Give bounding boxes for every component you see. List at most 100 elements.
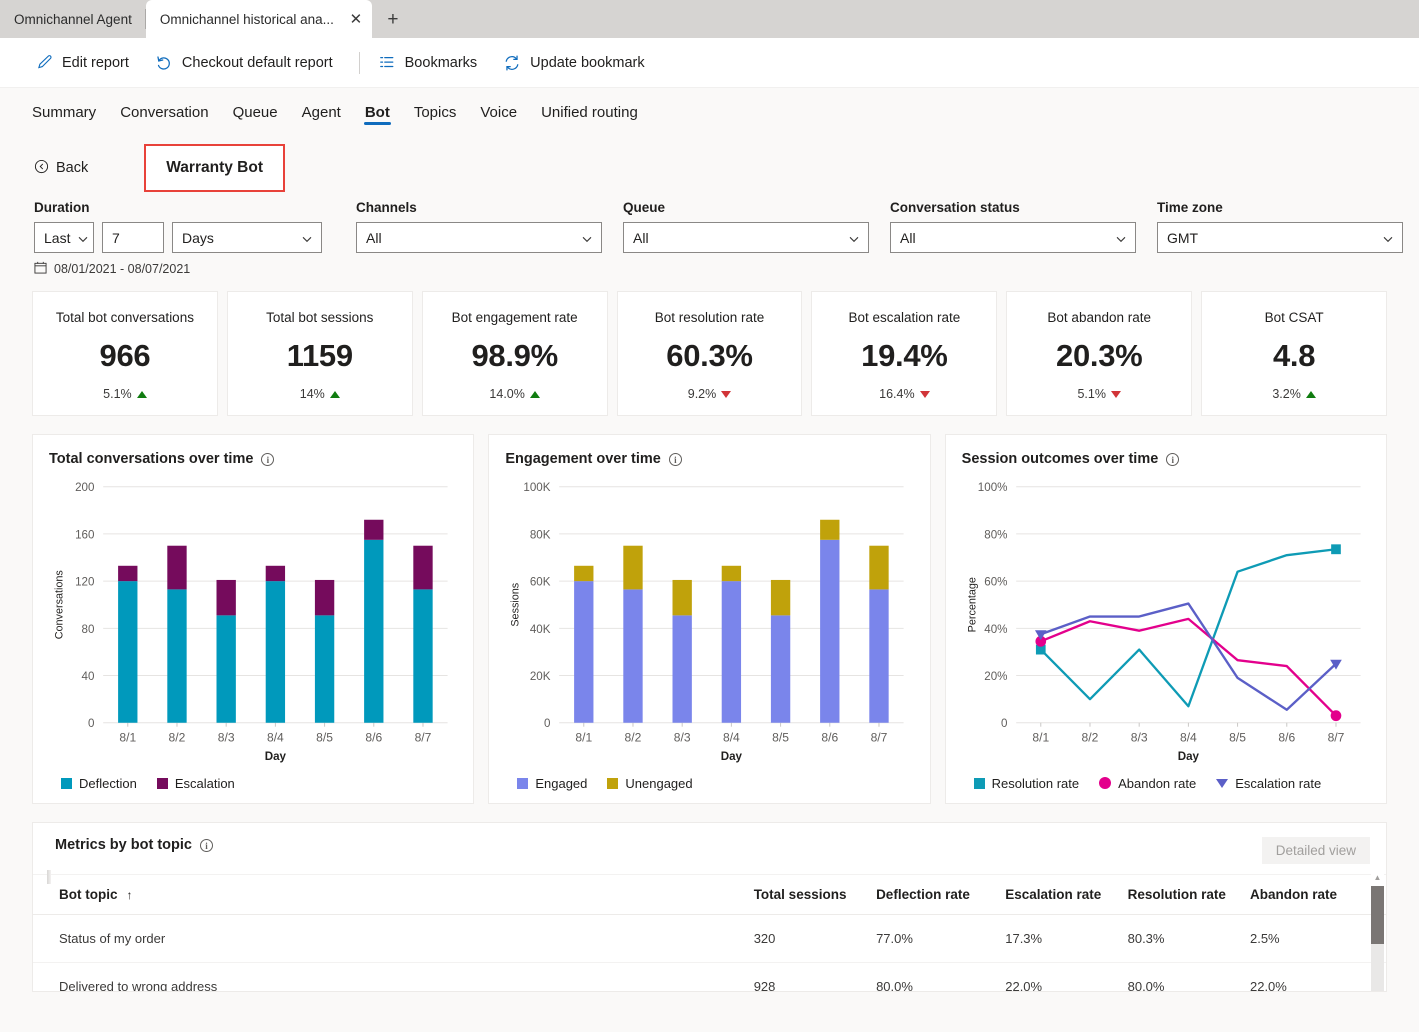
edit-report-button[interactable]: Edit report: [32, 48, 141, 77]
legend-item-escalation[interactable]: Escalation: [156, 776, 235, 791]
close-icon[interactable]: ✕: [348, 12, 364, 27]
column-header-total-sessions[interactable]: Total sessions: [753, 875, 877, 915]
column-header-escalation-rate[interactable]: Escalation rate: [1005, 875, 1128, 915]
browser-tab-omnichannel-agent[interactable]: Omnichannel Agent: [0, 0, 146, 38]
info-icon[interactable]: i: [261, 452, 275, 466]
bookmarks-list-icon: [378, 55, 396, 71]
channels-label: Channels: [356, 200, 417, 215]
legend-item-escalation-rate[interactable]: Escalation rate: [1216, 776, 1321, 791]
cell-bot-topic: Delivered to wrong address: [33, 962, 754, 991]
kpi-bot-escalation-rate[interactable]: Bot escalation rate 19.4% 16.4%: [811, 291, 998, 416]
scrollbar-thumb[interactable]: [1371, 886, 1384, 944]
tab-voice[interactable]: Voice: [468, 88, 529, 136]
tab-queue[interactable]: Queue: [221, 88, 290, 136]
legend-item-unengaged[interactable]: Unengaged: [607, 776, 693, 791]
column-header-resolution-rate[interactable]: Resolution rate: [1127, 875, 1250, 915]
duration-value-input[interactable]: 7: [102, 222, 164, 253]
kpi-bot-engagement-rate[interactable]: Bot engagement rate 98.9% 14.0%: [421, 291, 608, 416]
tab-label: Summary: [32, 103, 97, 121]
svg-text:8/1: 8/1: [119, 730, 136, 744]
svg-text:8/6: 8/6: [1278, 730, 1295, 744]
time-zone-select[interactable]: GMT: [1157, 222, 1403, 253]
kpi-total-bot-conversations[interactable]: Total bot conversations 966 5.1%: [32, 291, 218, 416]
kpi-delta-value: 3.2%: [1272, 387, 1301, 401]
kpi-value: 1159: [286, 338, 353, 373]
browser-tab-historical-analytics[interactable]: Omnichannel historical ana... ✕: [145, 0, 372, 38]
update-bookmark-button[interactable]: Update bookmark: [499, 48, 656, 78]
duration-unit-select[interactable]: Days: [172, 222, 322, 253]
legend-item-resolution-rate[interactable]: Resolution rate: [973, 776, 1079, 791]
legend-item-engaged[interactable]: Engaged: [517, 776, 587, 791]
info-icon[interactable]: i: [199, 838, 213, 852]
tab-topics[interactable]: Topics: [402, 88, 469, 136]
svg-text:40%: 40%: [984, 623, 1007, 636]
legend-label: Engaged: [535, 775, 588, 791]
pencil-icon: [36, 54, 53, 71]
duration-mode-select[interactable]: Last: [34, 222, 94, 253]
tab-label: Voice: [480, 103, 518, 121]
bar-chart-engagement[interactable]: 0 20K 40K 60K 80K 100K 8/1 8/2 8/3 8/4 8/5 8/6 8/7 Da…: [505, 469, 911, 774]
tab-bot[interactable]: Bot: [353, 88, 402, 136]
column-header-bot-topic[interactable]: Bot topic ↑: [33, 875, 754, 915]
table-vertical-scrollbar[interactable]: ▲: [1371, 870, 1384, 991]
browser-tab-strip: Omnichannel Agent Omnichannel historical…: [0, 0, 1419, 38]
chart-title: Engagement over time i: [505, 451, 911, 467]
svg-text:8/3: 8/3: [218, 730, 235, 744]
time-zone-label: Time zone: [1157, 200, 1223, 215]
info-icon[interactable]: i: [668, 452, 682, 466]
scroll-up-icon[interactable]: ▲: [1371, 870, 1384, 886]
legend-item-abandon-rate[interactable]: Abandon rate: [1099, 776, 1196, 791]
date-range-text: 08/01/2021 - 08/07/2021: [54, 262, 191, 276]
svg-text:80K: 80K: [530, 528, 551, 541]
bar-chart-conversations[interactable]: 0 40 80 120 160 200 8/1 8/2 8/3 8/4 8/5 8/6 8/7 Day Co…: [49, 469, 455, 774]
svg-text:8/4: 8/4: [1180, 730, 1197, 744]
svg-text:8/6: 8/6: [365, 730, 382, 744]
cell-deflection-rate: 80.0%: [876, 962, 1006, 991]
kpi-bot-abandon-rate[interactable]: Bot abandon rate 20.3% 5.1%: [1006, 291, 1193, 416]
tab-agent[interactable]: Agent: [290, 88, 353, 136]
kpi-delta-value: 5.1%: [103, 387, 132, 401]
line-chart-session-outcomes[interactable]: 0 20% 40% 60% 80% 100% 8/1 8/2 8/3 8/4 8/5 8/6 8/7 Da…: [962, 469, 1368, 774]
kpi-value: 19.4%: [861, 338, 948, 373]
detailed-view-button[interactable]: Detailed view: [1261, 837, 1370, 864]
svg-text:8/2: 8/2: [625, 730, 642, 744]
tab-unified-routing[interactable]: Unified routing: [529, 88, 650, 136]
kpi-bot-csat[interactable]: Bot CSAT 4.8 3.2%: [1201, 291, 1388, 416]
kpi-value: 20.3%: [1056, 338, 1143, 373]
bookmarks-button[interactable]: Bookmarks: [374, 49, 490, 77]
time-zone-value: GMT: [1167, 229, 1199, 246]
kpi-total-bot-sessions[interactable]: Total bot sessions 1159 14%: [226, 291, 413, 416]
chart-legend: Resolution rate Abandon rate Escalation …: [962, 774, 1368, 793]
kpi-bot-resolution-rate[interactable]: Bot resolution rate 60.3% 9.2%: [616, 291, 803, 416]
info-icon[interactable]: i: [1166, 452, 1180, 466]
kpi-title: Total bot sessions: [266, 310, 374, 325]
kpi-title: Bot abandon rate: [1047, 310, 1152, 325]
sort-ascending-icon: ↑: [126, 888, 133, 902]
tab-conversation[interactable]: Conversation: [108, 88, 220, 136]
chevron-down-icon: [1116, 230, 1126, 246]
table-row[interactable]: Delivered to wrong address 928 80.0% 22.…: [33, 962, 1386, 991]
kpi-delta-value: 14.0%: [489, 387, 525, 401]
tab-label: Topics: [413, 103, 457, 121]
chart-title-text: Session outcomes over time: [961, 451, 1159, 467]
svg-text:160: 160: [75, 528, 95, 541]
legend-item-deflection[interactable]: Deflection: [61, 776, 137, 791]
channels-filter: Channels All: [356, 200, 602, 253]
kpi-delta: 14.0%: [489, 387, 540, 401]
tab-summary[interactable]: Summary: [32, 88, 108, 136]
svg-text:100K: 100K: [524, 481, 551, 494]
column-header-deflection-rate[interactable]: Deflection rate: [876, 875, 1006, 915]
chart-card-session-outcomes: Session outcomes over time i 0 20% 40% 60% 8…: [944, 434, 1387, 804]
channels-select[interactable]: All: [356, 222, 602, 253]
calendar-icon: [34, 261, 47, 277]
svg-text:60%: 60%: [984, 575, 1007, 588]
new-tab-icon[interactable]: +: [376, 5, 410, 35]
chevron-down-icon: [1383, 230, 1393, 246]
conversation-status-select[interactable]: All: [890, 222, 1136, 253]
metrics-table: Bot topic ↑ Total sessions Deflection rat…: [33, 875, 1386, 991]
back-button[interactable]: Back: [34, 159, 88, 178]
checkout-default-report-button[interactable]: Checkout default report: [151, 48, 345, 78]
table-row[interactable]: Status of my order 320 77.0% 17.3% 80.3%…: [33, 914, 1386, 963]
queue-select[interactable]: All: [623, 222, 869, 253]
column-header-abandon-rate[interactable]: Abandon rate: [1249, 875, 1386, 915]
